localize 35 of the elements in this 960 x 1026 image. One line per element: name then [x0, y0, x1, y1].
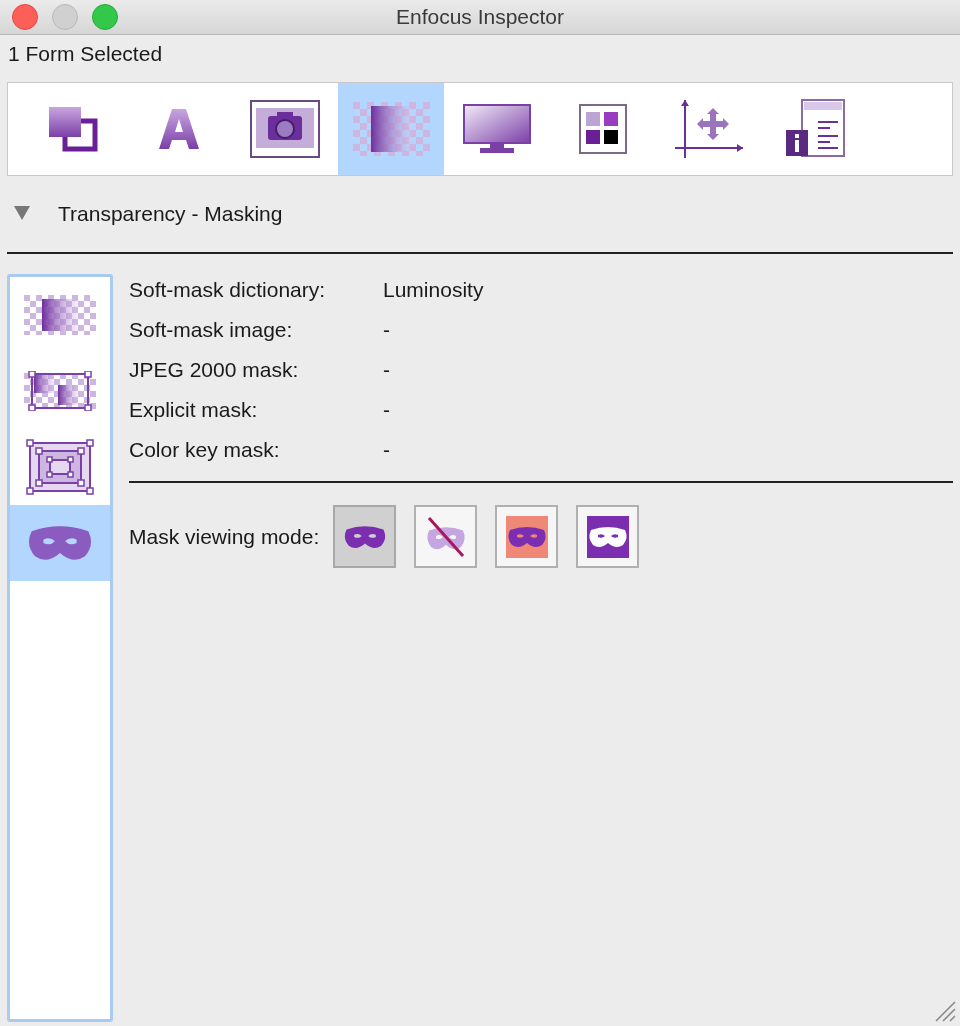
inverted-mask-icon	[586, 515, 629, 558]
transparency-icon	[351, 102, 431, 156]
axes-move-icon	[673, 98, 745, 160]
monitor-icon	[462, 103, 532, 155]
section-title: Transparency - Masking	[58, 202, 283, 226]
view-mode-button[interactable]	[576, 505, 640, 568]
view-mode-button[interactable]	[414, 505, 478, 568]
nested-frame-icon	[26, 439, 94, 495]
view-mode-button[interactable]	[495, 505, 559, 568]
highlighted-mask-icon	[505, 515, 548, 558]
property-value: -	[383, 317, 390, 343]
close-button[interactable]	[12, 4, 38, 30]
window-title: Enfocus Inspector	[395, 5, 565, 29]
property-value: Luminosity	[383, 277, 484, 303]
mask-image-icon	[24, 371, 96, 411]
property-label: JPEG 2000 mask:	[129, 357, 300, 383]
resize-grip-icon[interactable]	[934, 1000, 956, 1022]
view-mode-button[interactable]	[333, 505, 397, 568]
overlapping-squares-icon	[47, 105, 99, 153]
property-label: Explicit mask:	[129, 397, 259, 423]
property-label: Color key mask:	[129, 437, 281, 463]
camera-icon	[250, 100, 320, 158]
color-swatches-icon	[579, 104, 627, 154]
property-value: -	[383, 437, 390, 463]
property-value: -	[383, 397, 390, 423]
selection-label: 1 Form Selected	[8, 42, 163, 65]
property-label: Soft-mask image:	[129, 317, 294, 343]
mask-icon	[342, 523, 387, 550]
soft-mask-icon	[24, 295, 96, 335]
list-item[interactable]	[10, 505, 110, 581]
mode-label: Mask viewing mode:	[129, 524, 320, 549]
info-document-icon	[784, 98, 846, 160]
property-value: -	[383, 357, 390, 383]
property-label: Soft-mask dictionary:	[129, 277, 327, 303]
letter-a-icon	[158, 107, 200, 151]
